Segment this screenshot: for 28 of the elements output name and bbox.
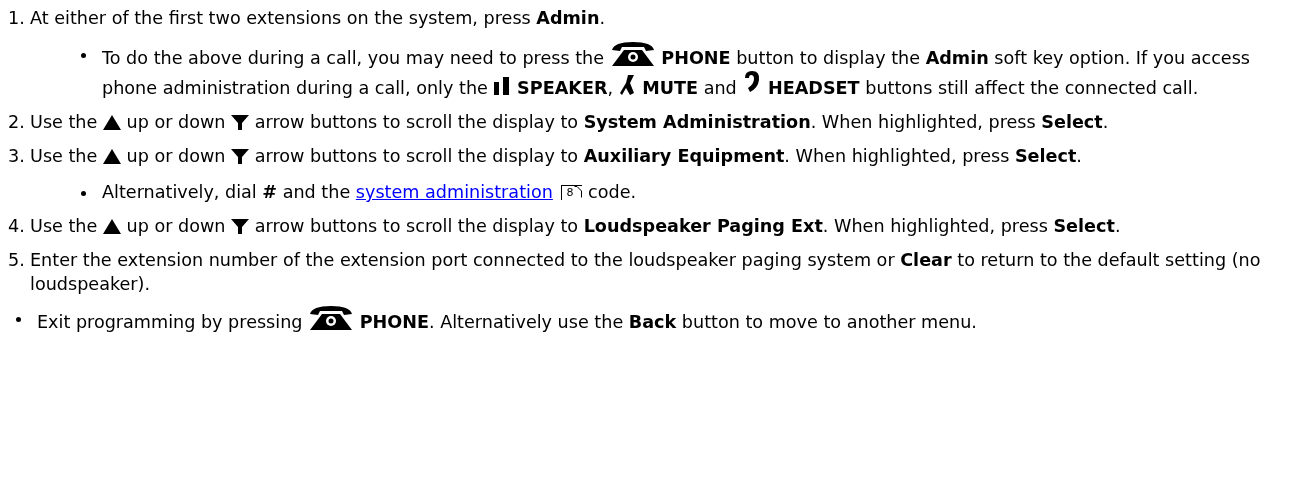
page-corner-icon bbox=[574, 186, 583, 198]
note-text: Alternatively, dial # and the system administration 8 code. bbox=[102, 181, 637, 204]
step-number: 5. bbox=[8, 249, 26, 272]
down-arrow-icon bbox=[231, 115, 250, 130]
step-text: Use the up or down arrow buttons to scroll the display to Auxiliary Equipment. When highlighted, press Select. bbox=[30, 145, 1083, 168]
bullet-icon bbox=[81, 191, 86, 196]
note-text: Exit programming by pressing PHONE. Alternatively use the Back button to move to another menu. bbox=[37, 306, 977, 334]
step-text: Use the up or down arrow buttons to scroll the display to Loudspeaker Paging Ext. When highlighted, press Select. bbox=[30, 215, 1122, 238]
link[interactable]: system administration bbox=[355, 182, 553, 202]
step-number: 3. bbox=[8, 145, 26, 168]
up-arrow-icon bbox=[102, 149, 121, 164]
step-number: 1. bbox=[8, 7, 26, 30]
step-text: Enter the extension number of the extension port connected to the loudspeaker paging system or Clear to return to the default setting (no loudspeaker). bbox=[30, 249, 1262, 296]
bullet-icon bbox=[16, 317, 21, 322]
step-number: 2. bbox=[8, 111, 26, 134]
page-reference[interactable]: 8 bbox=[561, 185, 583, 200]
up-arrow-icon bbox=[102, 219, 121, 234]
note-text: To do the above during a call, you may need to press the PHONE button to display the Admin soft key option. If you access phone administration during a call, only the SPEAKER, MUTE and HEADSET buttons still affect the connected call. bbox=[102, 42, 1270, 100]
telephone-icon bbox=[308, 306, 355, 332]
step-text: Use the up or down arrow buttons to scroll the display to System Administration. When highlighted, press Select. bbox=[30, 111, 1110, 134]
speaker-icon bbox=[493, 76, 512, 96]
step-text: At either of the first two extensions on the system, press Admin. bbox=[30, 7, 607, 30]
step-number: 4. bbox=[8, 215, 26, 238]
bullet-icon bbox=[81, 53, 86, 58]
down-arrow-icon bbox=[231, 149, 250, 164]
up-arrow-icon bbox=[102, 115, 121, 130]
telephone-icon bbox=[609, 42, 656, 68]
down-arrow-icon bbox=[231, 219, 250, 234]
